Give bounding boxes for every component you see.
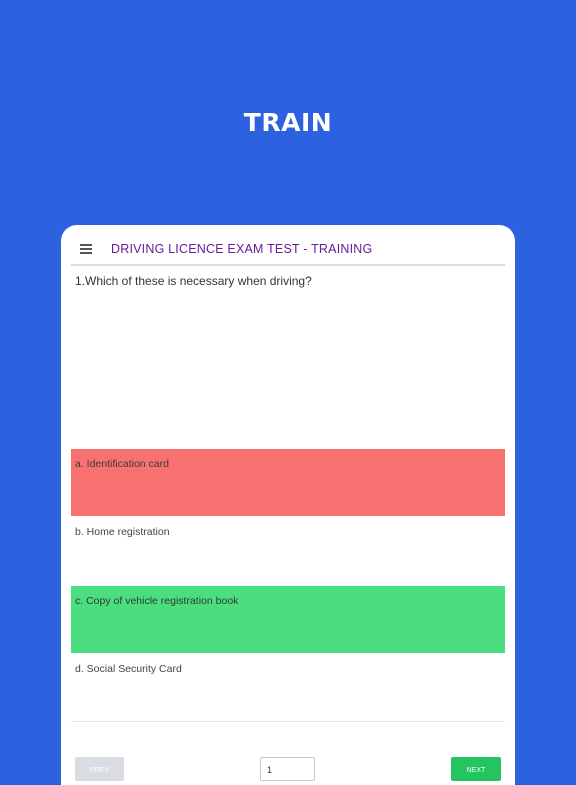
page-number-input[interactable] (260, 757, 315, 781)
prev-button[interactable]: PREV (75, 757, 124, 781)
app-title: DRIVING LICENCE EXAM TEST - TRAINING (111, 242, 373, 256)
footer-divider (71, 721, 505, 722)
answer-option-a[interactable]: a. Identification card (71, 449, 505, 516)
next-button[interactable]: NEXT (451, 757, 501, 781)
app-bar-divider (71, 264, 505, 266)
app-bar: DRIVING LICENCE EXAM TEST - TRAINING (61, 225, 515, 265)
question-text: 1.Which of these is necessary when drivi… (75, 274, 312, 288)
device-screen: DRIVING LICENCE EXAM TEST - TRAINING 1.W… (61, 225, 515, 785)
answer-option-label: a. Identification card (75, 458, 169, 470)
answer-option-label: c. Copy of vehicle registration book (75, 595, 239, 607)
answer-option-label: b. Home registration (75, 526, 170, 538)
answer-option-label: d. Social Security Card (75, 663, 182, 675)
answer-option-b[interactable]: b. Home registration (71, 517, 505, 584)
answer-option-c[interactable]: c. Copy of vehicle registration book (71, 586, 505, 653)
hamburger-menu-icon[interactable] (80, 244, 92, 254)
answer-option-d[interactable]: d. Social Security Card (71, 654, 505, 721)
hero-title: TRAIN (243, 108, 333, 137)
